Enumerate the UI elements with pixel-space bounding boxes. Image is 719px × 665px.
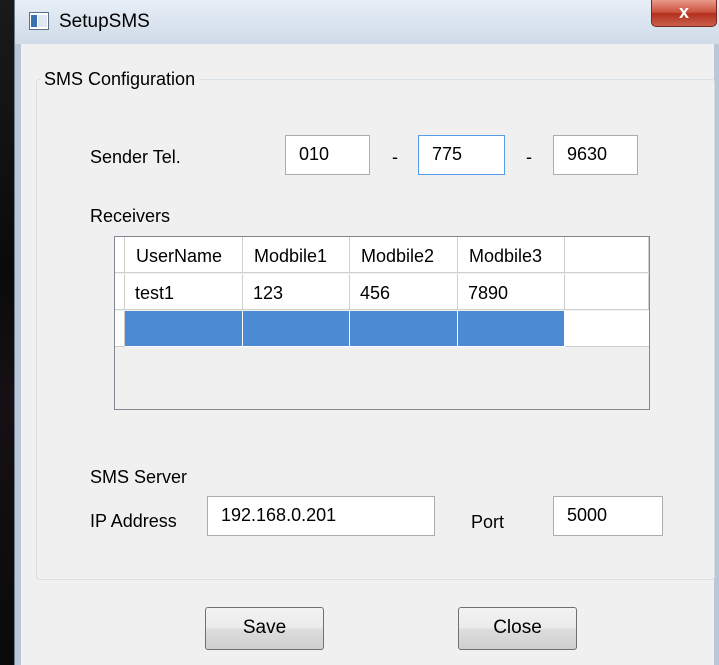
dialog-body: SMS Configuration Sender Tel. 010 - 775 … [21,44,715,665]
row-header[interactable] [115,274,125,310]
title-bar[interactable]: SetupSMS x [15,0,719,44]
sender-tel-part3-input[interactable]: 9630 [553,135,638,175]
cell-modbile2-new[interactable] [350,311,458,347]
sms-server-label: SMS Server [90,467,188,487]
cell-modbile1-new[interactable] [243,311,350,347]
app-icon [29,12,49,30]
cell-modbile3-new[interactable] [458,311,565,347]
column-header-modbile2[interactable]: Modbile2 [350,237,458,273]
save-button[interactable]: Save [205,607,324,650]
ip-address-label: IP Address [90,511,177,531]
column-header-username[interactable]: UserName [125,237,243,273]
sender-tel-part2-input[interactable]: 775 [418,135,505,175]
table-row[interactable]: test1 123 456 7890 [115,274,649,311]
setup-sms-window: SetupSMS x SMS Configuration Sender Tel.… [14,0,719,665]
row-header-corner [115,237,125,273]
cell-modbile2[interactable]: 456 [350,274,458,310]
separator-1: - [392,147,398,167]
port-input[interactable]: 5000 [553,496,663,536]
sender-tel-part1-input[interactable]: 010 [285,135,370,175]
receivers-label: Receivers [90,206,171,226]
port-label: Port [471,512,505,532]
group-title: SMS Configuration [40,69,200,90]
window-title: SetupSMS [59,11,150,32]
cell-modbile3[interactable]: 7890 [458,274,565,310]
receivers-grid[interactable]: UserName Modbile1 Modbile2 Modbile3 test… [114,236,650,410]
cell-filler [565,311,649,347]
cell-filler [565,274,649,310]
new-row-selected[interactable] [115,311,649,348]
column-header-filler [565,237,649,273]
close-button[interactable]: Close [458,607,577,650]
cell-modbile1[interactable]: 123 [243,274,350,310]
column-header-modbile1[interactable]: Modbile1 [243,237,350,273]
cell-username[interactable]: test1 [125,274,243,310]
ip-address-input[interactable]: 192.168.0.201 [207,496,435,536]
column-header-modbile3[interactable]: Modbile3 [458,237,565,273]
cell-username-new[interactable] [125,311,243,347]
sender-tel-label: Sender Tel. [90,147,181,167]
grid-header-row: UserName Modbile1 Modbile2 Modbile3 [115,237,649,274]
close-icon: x [678,2,689,22]
window-close-button[interactable]: x [651,0,717,27]
separator-2: - [526,147,532,167]
row-header[interactable] [115,311,125,347]
